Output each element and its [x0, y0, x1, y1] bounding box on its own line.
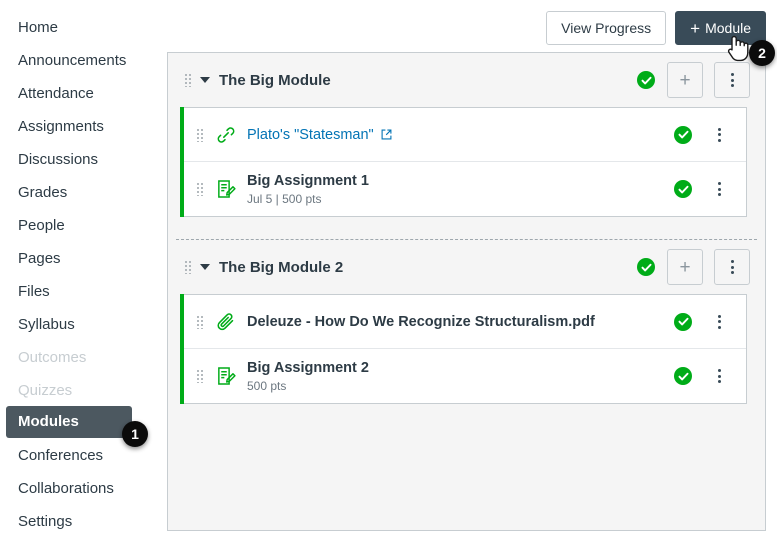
page-action-toolbar: View Progress + Module	[546, 11, 766, 45]
callout-badge-1: 1	[122, 421, 148, 447]
module-menu-button[interactable]	[714, 62, 750, 98]
drag-handle-icon[interactable]	[184, 260, 193, 274]
drag-handle-icon[interactable]	[184, 73, 193, 87]
sidebar-item-discussions[interactable]: Discussions	[6, 144, 110, 176]
module-item-row[interactable]: Plato's "Statesman"	[184, 108, 746, 162]
external-link-icon	[374, 126, 392, 143]
assignment-icon	[215, 178, 237, 200]
module-item-subtitle: 500 pts	[247, 379, 287, 393]
drag-handle-icon[interactable]	[196, 314, 205, 329]
drag-handle-icon[interactable]	[196, 369, 205, 383]
module-item-menu-button[interactable]	[706, 361, 732, 391]
module-item-text: Plato's "Statesman"	[247, 126, 392, 144]
module-item-row[interactable]: Big Assignment 1 Jul 5 | 500 pts	[184, 162, 746, 216]
module-item-menu-button[interactable]	[706, 307, 732, 337]
kebab-menu-icon	[730, 73, 734, 87]
module-item-row[interactable]: Big Assignment 2 500 pts	[184, 349, 746, 403]
paperclip-icon	[215, 311, 237, 333]
course-navigation-sidebar: Home Announcements Attendance Assignments Di…	[0, 0, 167, 544]
kebab-menu-icon	[717, 314, 721, 329]
sidebar-item-modules[interactable]: Modules	[6, 406, 132, 438]
add-item-button[interactable]: +	[667, 249, 703, 285]
sidebar-item-announcements[interactable]: Announcements	[6, 45, 138, 77]
module: The Big Module + Plato's "Statesman" Big As…	[168, 53, 765, 217]
sidebar-item-outcomes: Outcomes	[18, 349, 87, 366]
sidebar-item-grades[interactable]: Grades	[6, 177, 79, 209]
callout-badge-2: 2	[749, 40, 775, 66]
published-check-icon[interactable]	[674, 367, 692, 385]
drag-handle-icon[interactable]	[196, 127, 205, 142]
module-header: The Big Module 2 +	[168, 240, 765, 294]
assignment-icon	[215, 365, 237, 387]
link-icon	[215, 124, 237, 146]
sidebar-item-pages[interactable]: Pages	[6, 243, 73, 275]
chevron-down-icon[interactable]	[200, 77, 210, 83]
sidebar-item-collaborations[interactable]: Collaborations	[6, 473, 126, 505]
sidebar-item-quizzes: Quizzes	[18, 382, 73, 399]
view-progress-button[interactable]: View Progress	[546, 11, 667, 45]
module-item-title[interactable]: Plato's "Statesman"	[247, 127, 374, 143]
chevron-down-icon[interactable]	[200, 264, 210, 270]
module-title: The Big Module	[219, 71, 331, 89]
published-check-icon[interactable]	[674, 312, 692, 331]
module-item-list: Deleuze - How Do We Recognize Structural…	[180, 294, 747, 404]
published-check-icon[interactable]	[674, 125, 692, 144]
sidebar-item-syllabus[interactable]: Syllabus	[6, 309, 87, 341]
module-item-text: Big Assignment 2 500 pts	[247, 359, 369, 393]
kebab-menu-icon	[717, 127, 721, 142]
module-item-row[interactable]: Deleuze - How Do We Recognize Structural…	[184, 295, 746, 349]
published-check-icon[interactable]	[674, 180, 692, 198]
published-check-icon[interactable]	[637, 71, 655, 89]
module-item-title: Deleuze - How Do We Recognize Structural…	[247, 313, 595, 330]
sidebar-item-attendance[interactable]: Attendance	[6, 78, 106, 110]
kebab-menu-icon	[717, 182, 721, 196]
module-item-title: Big Assignment 2	[247, 360, 369, 376]
module-header: The Big Module +	[168, 53, 765, 107]
module-item-text: Deleuze - How Do We Recognize Structural…	[247, 313, 595, 331]
sidebar-item-home[interactable]: Home	[6, 12, 70, 44]
module-item-menu-button[interactable]	[706, 120, 732, 150]
module-title: The Big Module 2	[219, 258, 344, 276]
sidebar-item-settings[interactable]: Settings	[6, 506, 84, 538]
module-item-text: Big Assignment 1 Jul 5 | 500 pts	[247, 172, 369, 206]
module-item-menu-button[interactable]	[706, 174, 732, 204]
kebab-menu-icon	[730, 260, 734, 274]
add-module-button[interactable]: + Module	[675, 11, 766, 45]
sidebar-item-files[interactable]: Files	[6, 276, 62, 308]
module-item-subtitle: Jul 5 | 500 pts	[247, 192, 322, 206]
sidebar-item-people[interactable]: People	[6, 210, 77, 242]
drag-handle-icon[interactable]	[196, 182, 205, 196]
add-item-button[interactable]: +	[667, 62, 703, 98]
module-menu-button[interactable]	[714, 249, 750, 285]
published-check-icon[interactable]	[637, 258, 655, 276]
sidebar-item-conferences[interactable]: Conferences	[6, 440, 115, 472]
module: The Big Module 2 + Deleuze - How Do We Rec…	[168, 240, 765, 404]
module-item-title: Big Assignment 1	[247, 173, 369, 189]
modules-content-panel: The Big Module + Plato's "Statesman" Big As…	[167, 52, 766, 531]
module-item-list: Plato's "Statesman" Big Assignment 1 Jul 5…	[180, 107, 747, 217]
kebab-menu-icon	[717, 369, 721, 383]
add-module-label: Module	[705, 20, 751, 36]
plus-icon: +	[690, 18, 701, 38]
sidebar-item-assignments[interactable]: Assignments	[6, 111, 116, 143]
